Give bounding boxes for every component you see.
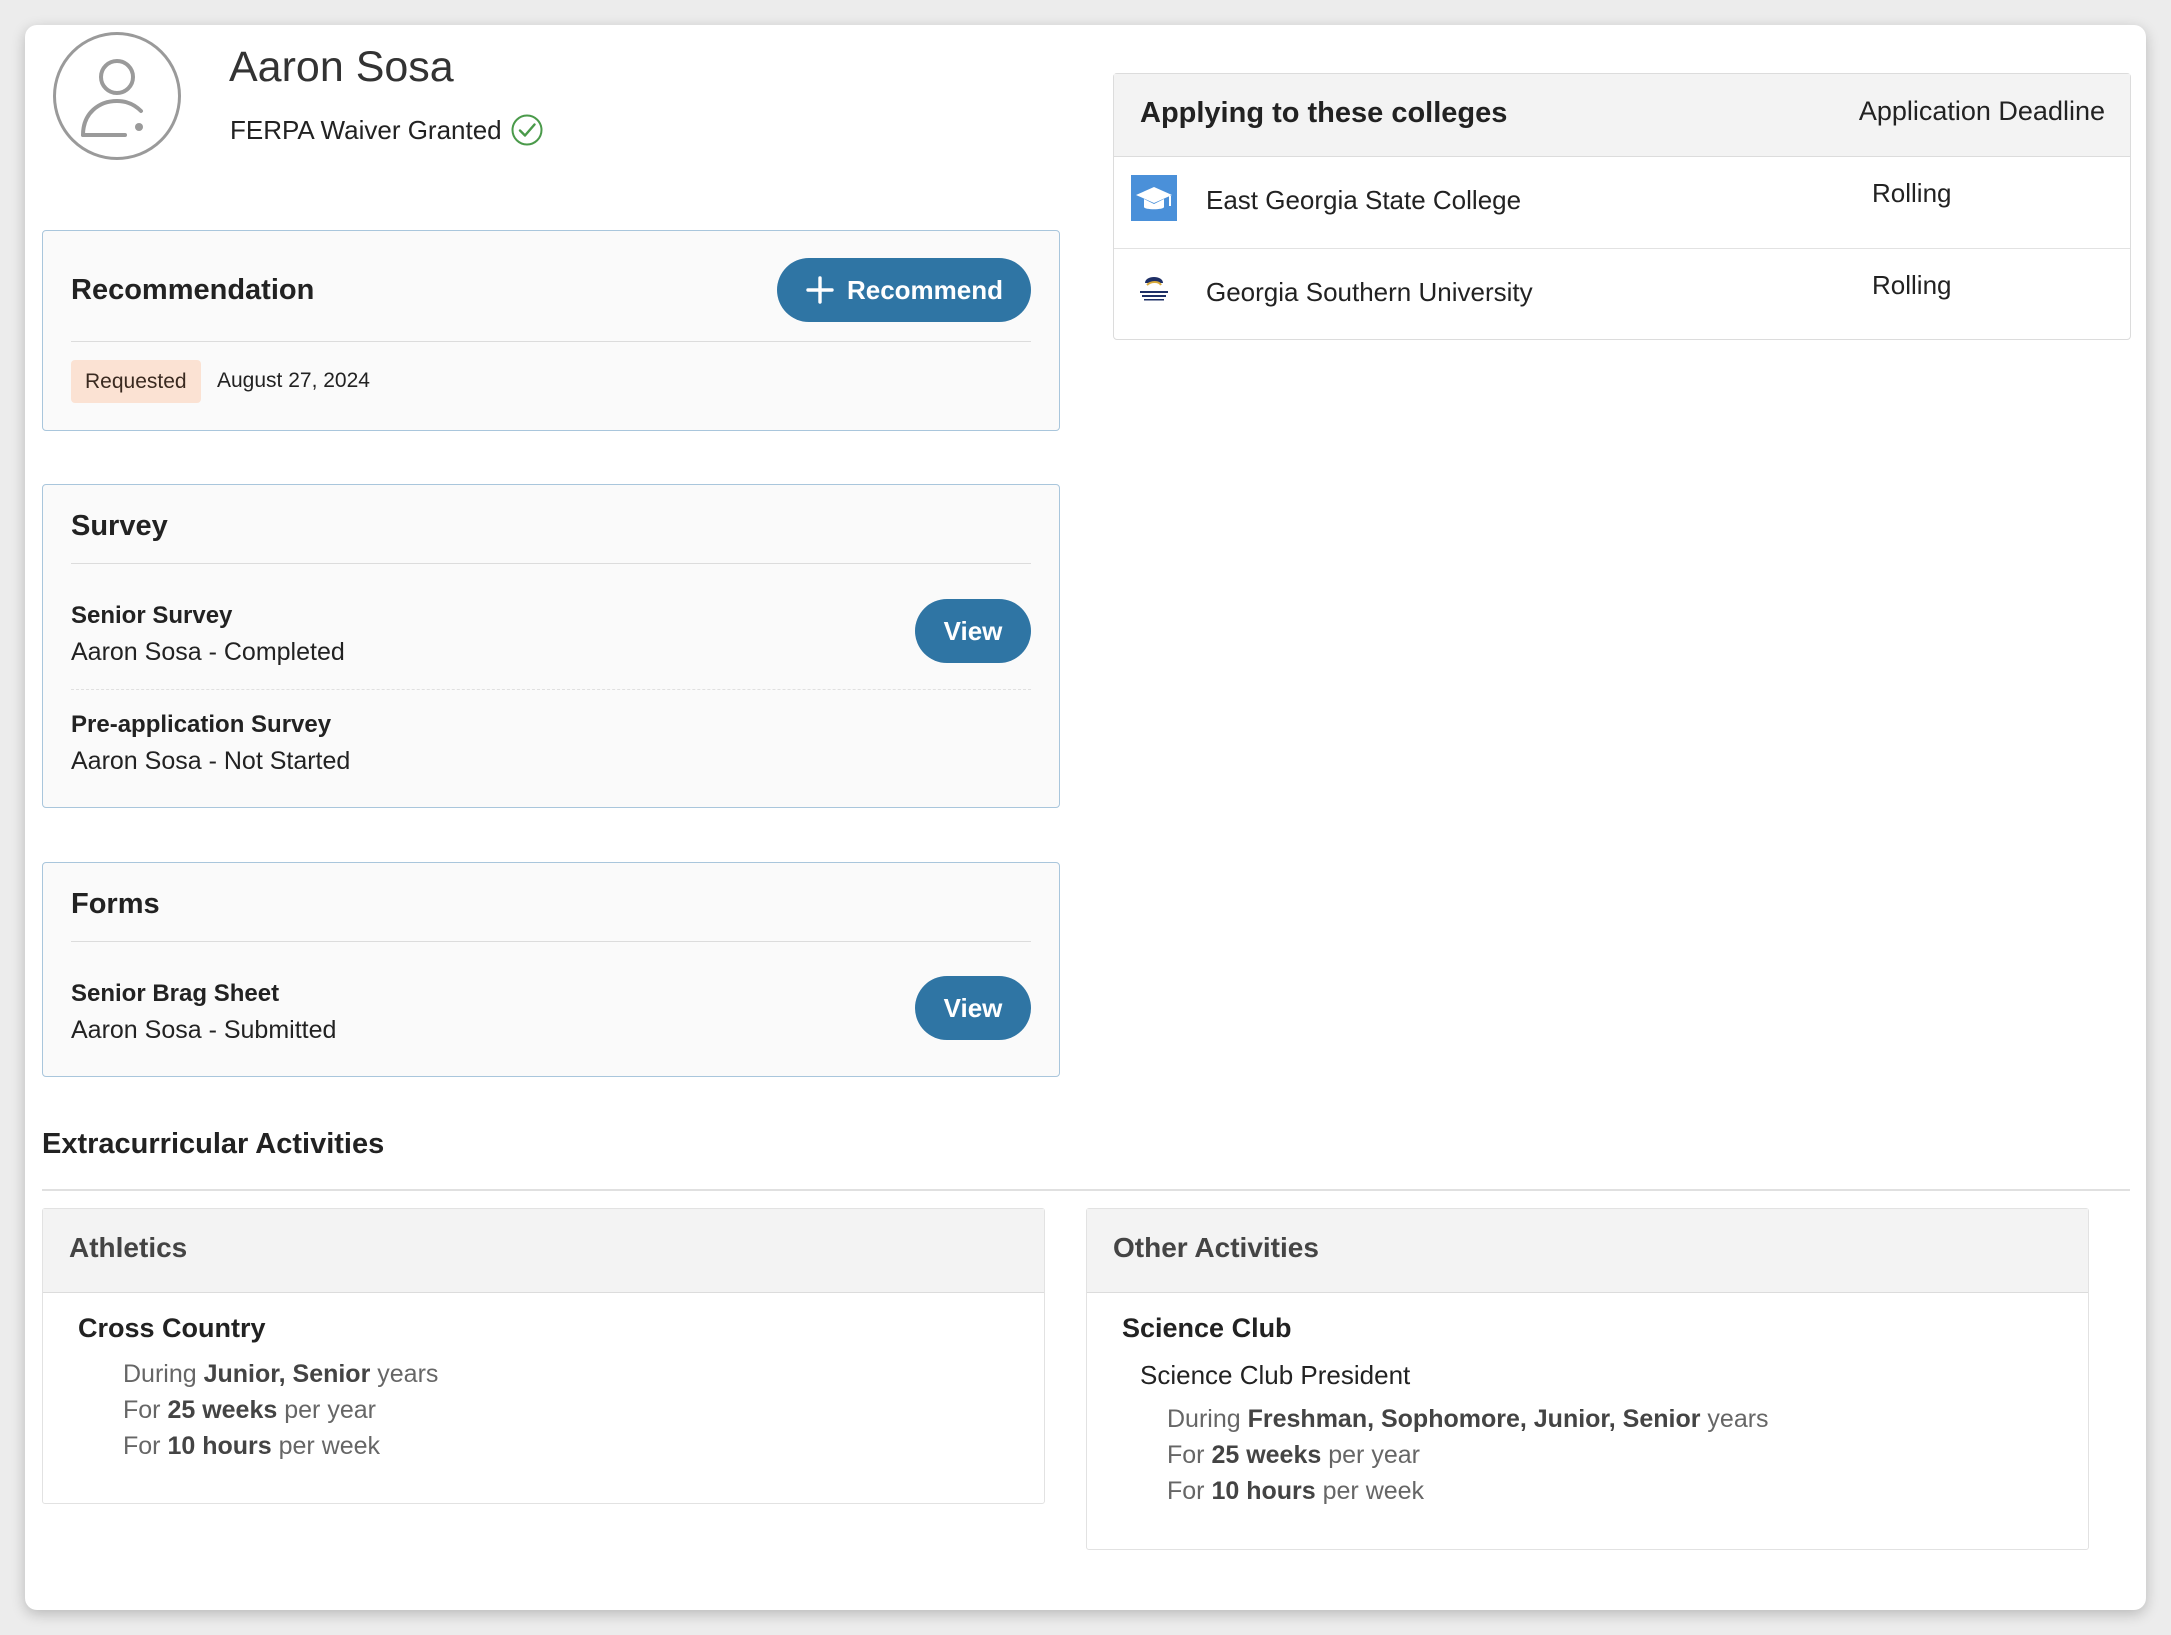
student-name: Aaron Sosa	[229, 43, 454, 91]
survey-item-status: Aaron Sosa - Completed	[71, 638, 345, 666]
college-deadline: Rolling	[1872, 178, 1952, 208]
divider	[71, 941, 1031, 942]
view-button-label: View	[943, 615, 1003, 646]
activity-hours: For 10 hours per week	[1167, 1477, 1425, 1505]
view-button-label: View	[943, 992, 1003, 1023]
request-date: August 27, 2024	[217, 369, 370, 392]
form-item-status: Aaron Sosa - Submitted	[71, 1016, 337, 1044]
activity-hours: For 10 hours per week	[123, 1432, 381, 1460]
status-badge: Requested	[71, 360, 201, 403]
check-circle-icon	[511, 114, 543, 146]
other-activities-header: Other Activities	[1087, 1209, 2088, 1293]
colleges-table: Applying to these colleges Application D…	[1113, 73, 2131, 340]
university-logo-icon	[1140, 277, 1168, 301]
athletics-title: Athletics	[69, 1232, 188, 1263]
college-row[interactable]: Georgia Southern University Rolling	[1114, 250, 2130, 341]
view-brag-sheet-button[interactable]: View	[915, 976, 1031, 1040]
activity-name: Cross Country	[78, 1313, 266, 1343]
avatar	[53, 32, 181, 160]
college-row[interactable]: East Georgia State College Rolling	[1114, 158, 2130, 249]
activity-weeks: For 25 weeks per year	[123, 1396, 376, 1424]
extracurricular-title: Extracurricular Activities	[42, 1128, 385, 1160]
form-item-title: Senior Brag Sheet	[71, 980, 280, 1007]
deadline-column-header: Application Deadline	[1858, 96, 2105, 126]
survey-item-title: Senior Survey	[71, 602, 233, 629]
ferpa-label: FERPA Waiver Granted	[230, 114, 502, 145]
survey-panel: Survey Senior Survey Aaron Sosa - Comple…	[42, 484, 1060, 808]
athletics-header: Athletics	[43, 1209, 1044, 1293]
activity-years: During Freshman, Sophomore, Junior, Seni…	[1167, 1405, 1769, 1433]
other-activities-box: Other Activities Science Club Science Cl…	[1086, 1208, 2089, 1550]
divider	[71, 341, 1031, 342]
graduation-cap-icon	[1131, 175, 1177, 221]
survey-title: Survey	[71, 510, 168, 542]
divider	[71, 689, 1031, 690]
recommend-button[interactable]: Recommend	[777, 258, 1031, 322]
recommendation-panel: Recommendation Recommend Requested Augus…	[42, 230, 1060, 431]
forms-panel: Forms Senior Brag Sheet Aaron Sosa - Sub…	[42, 862, 1060, 1077]
recommendation-title: Recommendation	[71, 274, 315, 306]
college-name: Georgia Southern University	[1206, 277, 1533, 307]
recommend-button-label: Recommend	[846, 274, 1004, 305]
student-profile-card: Aaron Sosa FERPA Waiver Granted Recommen…	[25, 25, 2146, 1610]
colleges-title: Applying to these colleges	[1140, 97, 1508, 129]
college-name: East Georgia State College	[1206, 185, 1522, 215]
college-deadline: Rolling	[1872, 270, 1952, 300]
survey-item-status: Aaron Sosa - Not Started	[71, 747, 351, 775]
survey-item-title: Pre-application Survey	[71, 711, 332, 738]
divider	[71, 563, 1031, 564]
athletics-box: Athletics Cross Country During Junior, S…	[42, 1208, 1045, 1504]
user-icon	[81, 59, 143, 137]
plus-icon	[806, 276, 834, 304]
activity-role: Science Club President	[1140, 1360, 1411, 1390]
activity-name: Science Club	[1122, 1313, 1292, 1343]
activity-years: During Junior, Senior years	[123, 1360, 439, 1388]
activity-weeks: For 25 weeks per year	[1167, 1441, 1420, 1469]
colleges-table-header: Applying to these colleges Application D…	[1114, 74, 2130, 157]
divider	[42, 1189, 2130, 1191]
forms-title: Forms	[71, 888, 160, 920]
view-senior-survey-button[interactable]: View	[915, 599, 1031, 663]
other-activities-title: Other Activities	[1113, 1232, 1319, 1263]
ferpa-status: FERPA Waiver Granted	[230, 113, 544, 147]
